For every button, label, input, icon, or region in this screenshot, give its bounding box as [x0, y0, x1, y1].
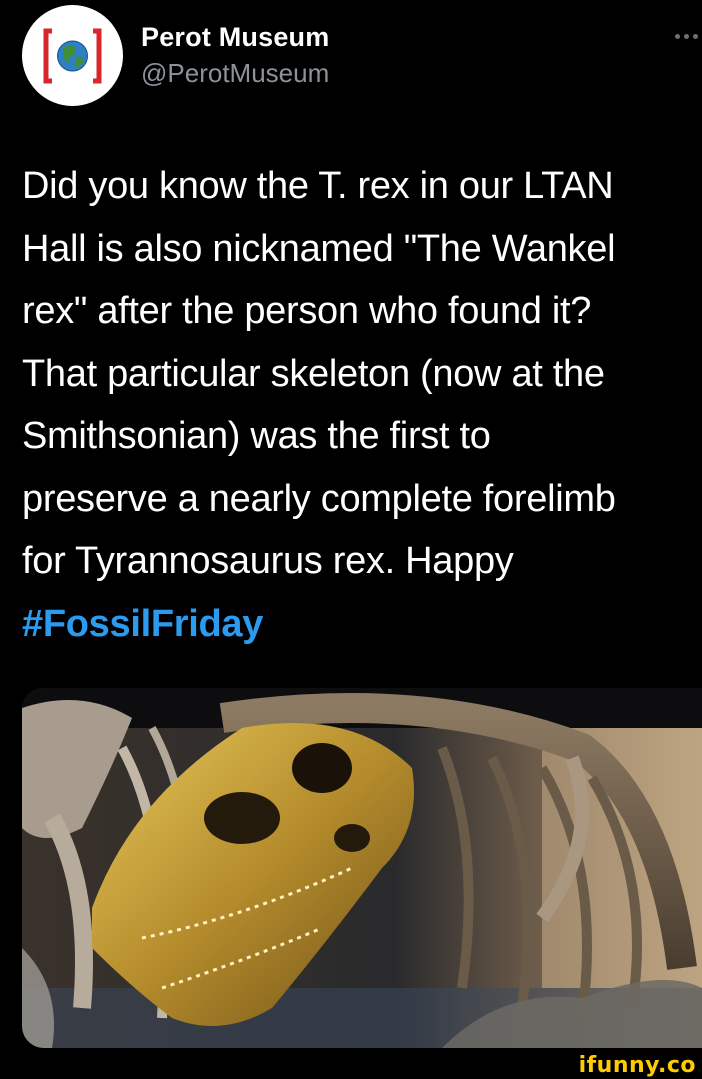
tweet-line: Did you know the T. rex in our LTAN — [22, 165, 614, 207]
display-name[interactable]: Perot Museum — [141, 22, 329, 53]
tweet-photo[interactable] — [22, 688, 702, 1048]
avatar[interactable] — [22, 5, 123, 106]
tweet-line: rex" after the person who found it? — [22, 290, 592, 332]
ellipsis-icon[interactable] — [675, 34, 702, 40]
tweet-line: for Tyrannosaurus rex. Happy — [22, 540, 514, 582]
tweet-line: That particular skeleton (now at the — [22, 352, 605, 395]
account-handle[interactable]: @PerotMuseum — [141, 58, 329, 89]
hashtag-link[interactable]: #FossilFriday — [22, 593, 692, 656]
globe-logo-icon — [43, 28, 102, 84]
tweet-line: Smithsonian) was the first to — [22, 415, 491, 457]
t-rex-skeleton-image — [22, 688, 702, 1048]
tweet-text: Did you know the T. rex in our LTAN Hall… — [22, 155, 692, 655]
tweet-line: Hall is also nicknamed "The Wankel — [22, 227, 616, 270]
ifunny-watermark: ifunny.co — [578, 1053, 696, 1078]
tweet-line: preserve a nearly complete forelimb — [22, 477, 616, 520]
